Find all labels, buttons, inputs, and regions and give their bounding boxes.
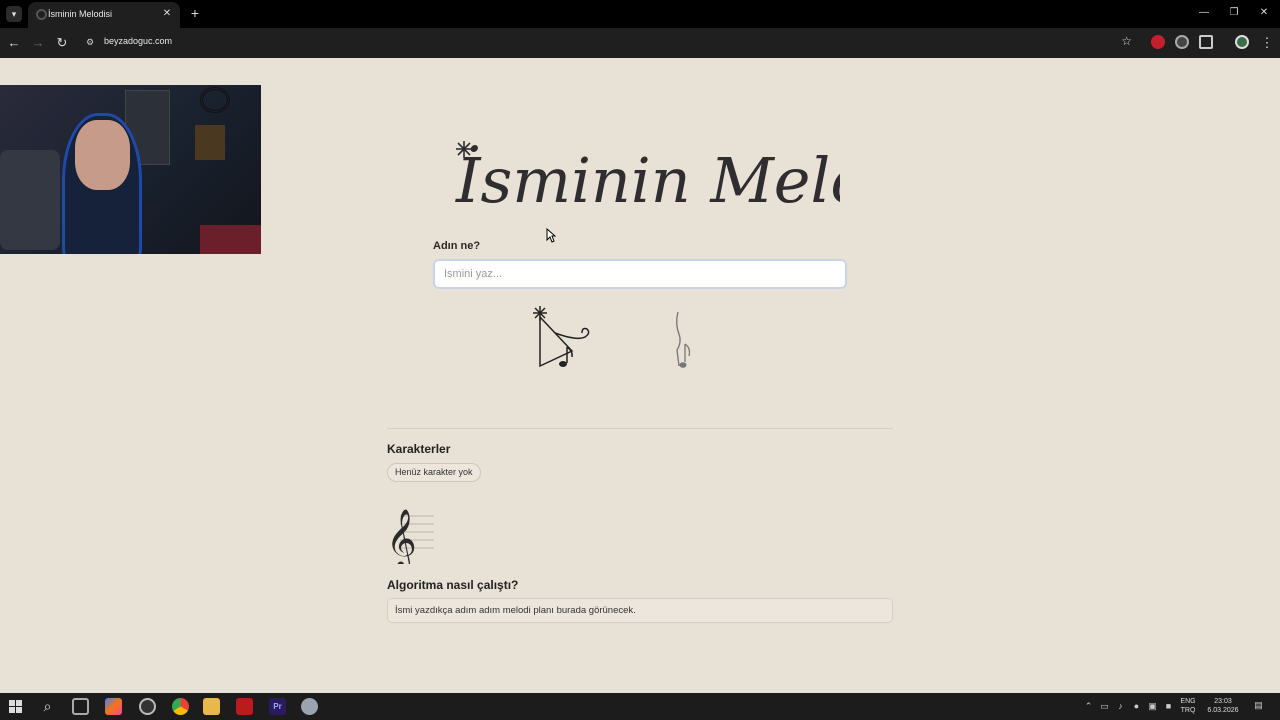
- tray-chevron-icon[interactable]: ⌃: [1083, 701, 1094, 712]
- obs-icon[interactable]: [139, 698, 156, 715]
- minimize-icon[interactable]: —: [1196, 5, 1212, 21]
- restore-icon[interactable]: ❐: [1226, 5, 1242, 21]
- close-icon[interactable]: ✕: [160, 7, 174, 21]
- algorithm-explanation: İsmi yazdıkça adım adım melodi planı bur…: [387, 598, 893, 623]
- webcam-overlay: [0, 85, 261, 254]
- menu-kebab-icon[interactable]: ⋮: [1258, 34, 1276, 52]
- back-icon[interactable]: ←: [5, 34, 23, 52]
- profile-avatar-icon[interactable]: [1235, 35, 1249, 49]
- clock[interactable]: 23:03 6.03.2026: [1203, 697, 1243, 715]
- page-content: İsminin Melodisi Adın ne?: [0, 58, 1280, 693]
- page-title: İsminin Melodisi: [455, 141, 840, 217]
- address-bar[interactable]: ⚙ beyzadoguc.com ☆: [80, 31, 1140, 54]
- webcam-person-head: [75, 120, 130, 190]
- clock-date: 6.03.2026: [1207, 707, 1239, 714]
- url-text[interactable]: beyzadoguc.com: [104, 36, 172, 46]
- browser-toolbar: ← → ↻ ⚙ beyzadoguc.com ☆ ⋮: [0, 28, 1280, 58]
- active-tab[interactable]: İsminin Melodisi ✕: [28, 2, 180, 28]
- file-explorer-icon[interactable]: [203, 698, 220, 715]
- bookmark-star-icon[interactable]: ☆: [1121, 34, 1132, 48]
- treble-clef-icon: 𝄞: [386, 509, 434, 564]
- svg-text:𝄞: 𝄞: [386, 509, 417, 564]
- volume-icon[interactable]: ♪: [1115, 701, 1126, 712]
- premiere-pro-icon[interactable]: Pr: [269, 698, 286, 715]
- name-label: Adın ne?: [433, 240, 481, 252]
- webcam-blanket: [200, 225, 261, 254]
- algorithm-heading: Algoritma nasıl çalıştı?: [387, 578, 519, 592]
- webcam-chair: [0, 150, 60, 250]
- language-code: ENG: [1180, 698, 1196, 705]
- windows-start-icon[interactable]: [9, 700, 22, 713]
- task-view-icon[interactable]: [72, 698, 89, 715]
- search-icon[interactable]: ⌕: [39, 698, 56, 715]
- battery-icon[interactable]: ▭: [1099, 701, 1110, 712]
- app-icon[interactable]: [301, 698, 318, 715]
- notification-icon[interactable]: ▤: [1252, 700, 1265, 713]
- tab-strip: ▾ İsminin Melodisi ✕ + — ❐ ✕: [0, 0, 1280, 28]
- name-input[interactable]: [433, 259, 847, 289]
- reload-icon[interactable]: ↻: [53, 34, 71, 52]
- tab-title: İsminin Melodisi: [48, 9, 113, 19]
- clock-time: 23:03: [1214, 698, 1232, 705]
- site-info-icon[interactable]: ⚙: [86, 36, 98, 48]
- section-divider: [387, 428, 893, 429]
- characters-empty-chip: Henüz karakter yok: [387, 463, 481, 482]
- characters-heading: Karakterler: [387, 442, 451, 456]
- new-tab-icon[interactable]: +: [188, 5, 202, 21]
- music-note-icon: [676, 311, 691, 368]
- microphone-icon[interactable]: ●: [1131, 701, 1142, 712]
- keyboard-layout: TRQ: [1180, 707, 1196, 714]
- extension-red-icon[interactable]: [1151, 35, 1165, 49]
- note-head: [559, 361, 567, 367]
- window-close-icon[interactable]: ✕: [1256, 5, 1272, 21]
- windows-taskbar: ⌕ Pr ⌃ ▭ ♪ ● ▣ ■ ENG TRQ 23:03 6.03.2026…: [0, 693, 1280, 720]
- play-button[interactable]: [527, 303, 597, 373]
- webcam-spiral: [200, 87, 230, 113]
- copilot-icon[interactable]: [105, 698, 122, 715]
- voicemeeter-icon[interactable]: [236, 698, 253, 715]
- loading-icon: [36, 9, 47, 20]
- mouse-cursor-icon: [546, 228, 556, 243]
- app-tray-icon[interactable]: ■: [1163, 701, 1174, 712]
- note-head: [679, 362, 687, 368]
- network-icon[interactable]: ▣: [1147, 701, 1158, 712]
- forward-icon[interactable]: →: [29, 34, 47, 52]
- tab-search-icon[interactable]: ▾: [6, 6, 22, 22]
- input-language[interactable]: ENG TRQ: [1176, 697, 1200, 715]
- webcam-poster: [195, 125, 225, 160]
- extension-record-icon[interactable]: [1175, 35, 1189, 49]
- extensions-puzzle-icon[interactable]: [1199, 35, 1213, 49]
- page-title-text: İsminin Melodisi: [455, 144, 840, 217]
- chrome-icon[interactable]: [172, 698, 189, 715]
